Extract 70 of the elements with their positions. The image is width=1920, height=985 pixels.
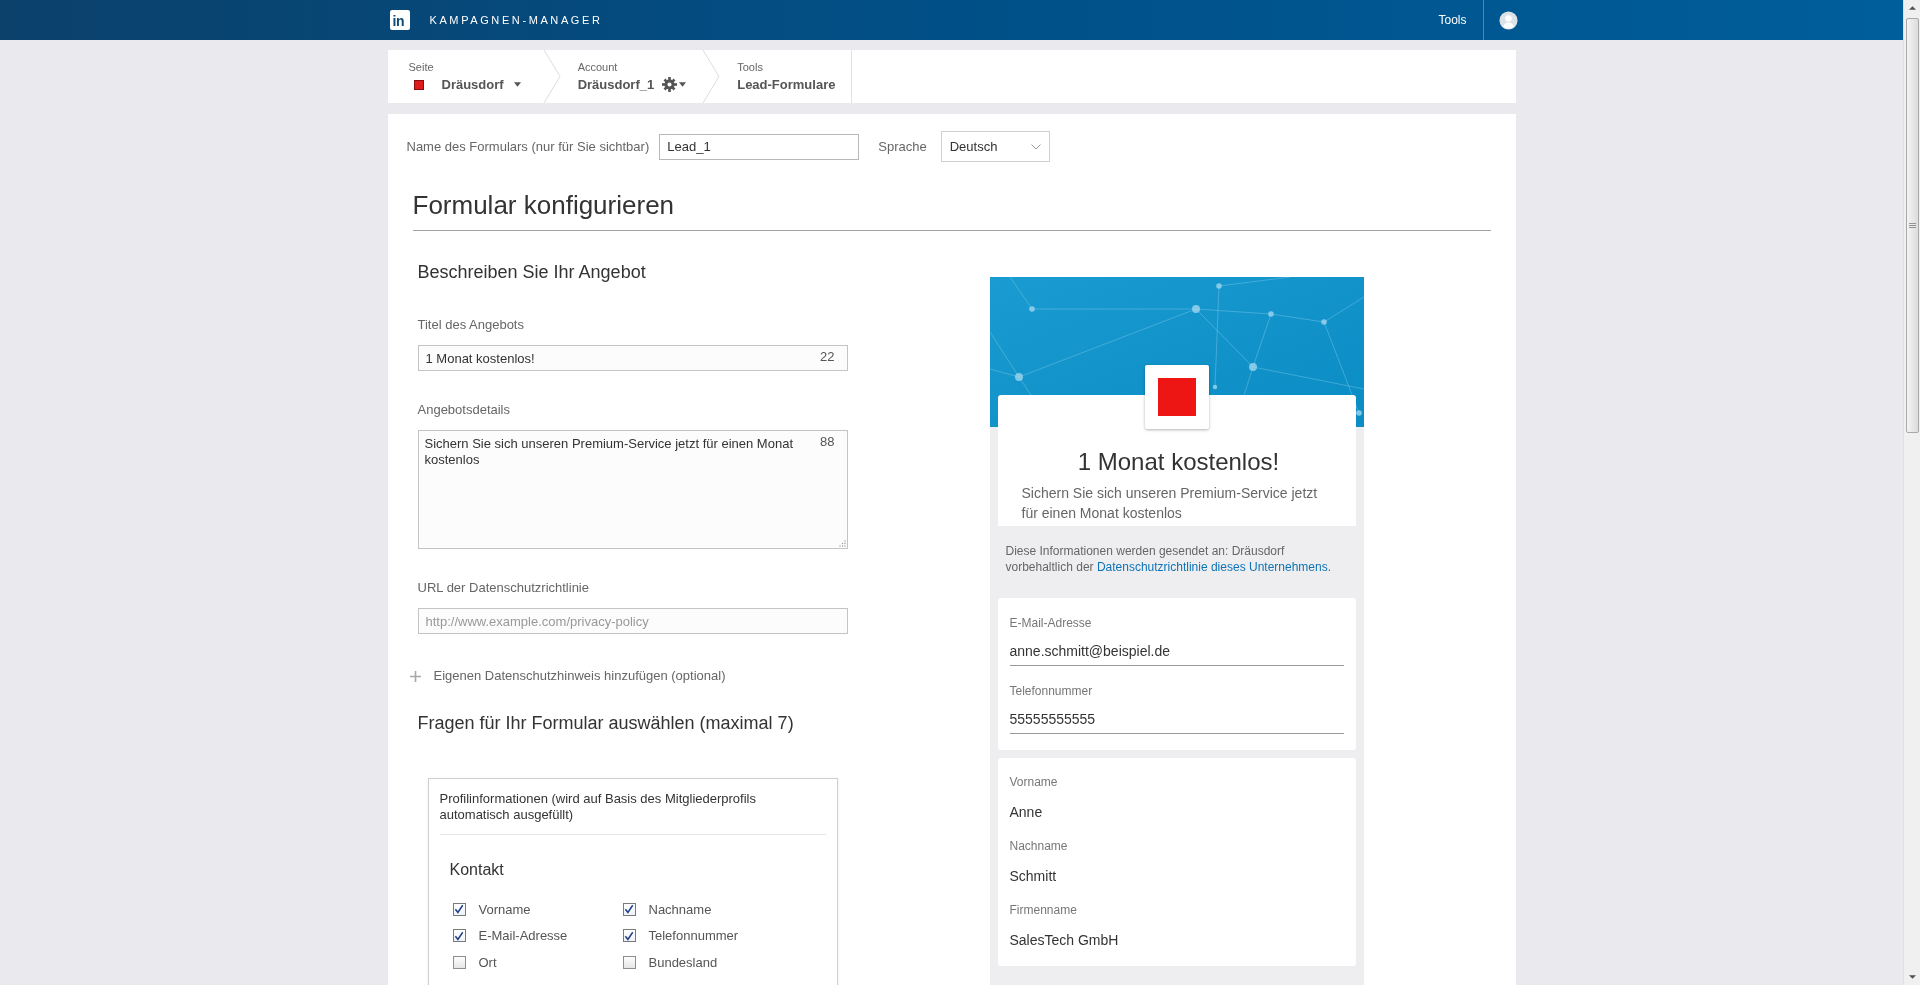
caret-icon[interactable]	[679, 82, 687, 87]
add-privacy-notice-link[interactable]: Eigenen Datenschutzhinweis hinzufügen (optional)	[409, 668, 726, 684]
character-counter: 22	[820, 349, 835, 364]
checkbox-label: Vorname	[478, 901, 531, 917]
language-label: Sprache	[878, 139, 927, 154]
preview-field-label: Firmenname	[1009, 902, 1078, 918]
breadcrumb-link[interactable]: Dräusdorf_1	[577, 77, 655, 92]
panel-description: Profilinformationen (wird auf Basis des Mitgliederprofils automatisch ausgefüllt)	[439, 791, 757, 823]
checkbox[interactable]	[452, 956, 466, 969]
section-heading: Fragen für Ihr Formular auswählen (maximal 7)	[417, 712, 795, 734]
checkbox[interactable]	[622, 902, 636, 916]
preview-field-value: Schmitt	[1009, 867, 1058, 886]
group-heading: Kontakt	[449, 860, 505, 880]
breadcrumb-label: Seite	[408, 60, 435, 74]
preview-field-label: E-Mail-Adresse	[1009, 615, 1093, 631]
page-heading: Formular konfigurieren	[412, 190, 1491, 231]
checkbox-label: Nachname	[648, 901, 712, 917]
scrollbar-thumb[interactable]	[1905, 18, 1919, 433]
app-title: KAMPAGNEN-MANAGER	[429, 14, 603, 26]
field-label: URL der Datenschutzrichtlinie	[417, 580, 590, 596]
app-logo[interactable]: in	[389, 10, 410, 30]
tools-menu[interactable]: Tools	[1438, 13, 1467, 27]
logo-image	[1157, 378, 1196, 416]
form-name-input[interactable]: Lead_1	[659, 133, 860, 160]
page-logo-icon	[413, 79, 424, 90]
field-label: Titel des Angebots	[417, 317, 525, 333]
preview-input-field[interactable]: anne.schmitt@beispiel.de	[1009, 641, 1344, 666]
checkbox-label: Bundesland	[648, 955, 718, 970]
checkmark-icon	[454, 930, 464, 941]
preview-title: 1 Monat kostenlos!	[1076, 447, 1281, 477]
language-select[interactable]: Deutsch	[940, 131, 1050, 162]
field-label: Angebotsdetails	[417, 402, 511, 418]
breadcrumb-label: Tools	[737, 60, 764, 74]
preview-field-label: Nachname	[1009, 838, 1069, 854]
resize-handle-icon[interactable]	[838, 540, 846, 547]
section-heading: Beschreiben Sie Ihr Angebot	[417, 262, 647, 282]
checkbox[interactable]	[452, 929, 466, 943]
scroll-down-icon[interactable]	[1908, 975, 1916, 979]
preview-input-field[interactable]: 55555555555	[1009, 709, 1344, 734]
breadcrumb-link[interactable]: Lead-Formulare	[737, 77, 836, 92]
text-input[interactable]: http://www.example.com/privacy-policy	[417, 608, 848, 634]
plus-icon	[409, 670, 421, 682]
checkbox[interactable]	[622, 929, 636, 943]
checkmark-icon	[454, 904, 464, 915]
privacy-policy-link[interactable]: Datenschutzrichtlinie dieses Unternehmens	[1096, 560, 1328, 574]
breadcrumb-label: Account	[577, 60, 619, 74]
caret-icon[interactable]	[513, 82, 521, 87]
breadcrumb-separator	[542, 50, 561, 103]
checkbox-label: E-Mail-Adresse	[478, 928, 568, 944]
checkbox-label: Telefonnummer	[648, 928, 739, 944]
breadcrumb-link[interactable]: Dräusdorf	[441, 77, 504, 92]
breadcrumb-separator	[702, 50, 721, 103]
checkmark-icon	[624, 904, 634, 915]
checkbox-label: Ort	[478, 955, 497, 970]
preview-field-value: Anne	[1009, 803, 1044, 822]
chevron-icon	[1030, 143, 1041, 150]
form-name-label: Name des Formulars (nur für Sie sichtbar)	[406, 139, 650, 154]
avatar-icon[interactable]	[1498, 10, 1518, 30]
character-counter: 88	[820, 434, 835, 449]
checkmark-icon	[624, 930, 634, 941]
preview-field-value: SalesTech GmbH	[1009, 931, 1120, 950]
scrollbar[interactable]	[1903, 0, 1920, 985]
preview-field-label: Telefonnummer	[1009, 683, 1094, 699]
preview-description: Sichern Sie sich unseren Premium-Service jetzt für einen Monat kostenlos	[1021, 484, 1319, 523]
checkbox[interactable]	[622, 956, 636, 969]
privacy-notice: Diese Informationen werden gesendet an: Dräusdorf vorbehaltlich der Datenschutzrichtlinie dieses Unternehmens.	[1005, 543, 1333, 575]
gear-icon[interactable]	[662, 77, 678, 92]
scroll-up-icon[interactable]	[1908, 6, 1916, 10]
checkbox[interactable]	[452, 902, 466, 916]
preview-field-label: Vorname	[1009, 774, 1059, 790]
